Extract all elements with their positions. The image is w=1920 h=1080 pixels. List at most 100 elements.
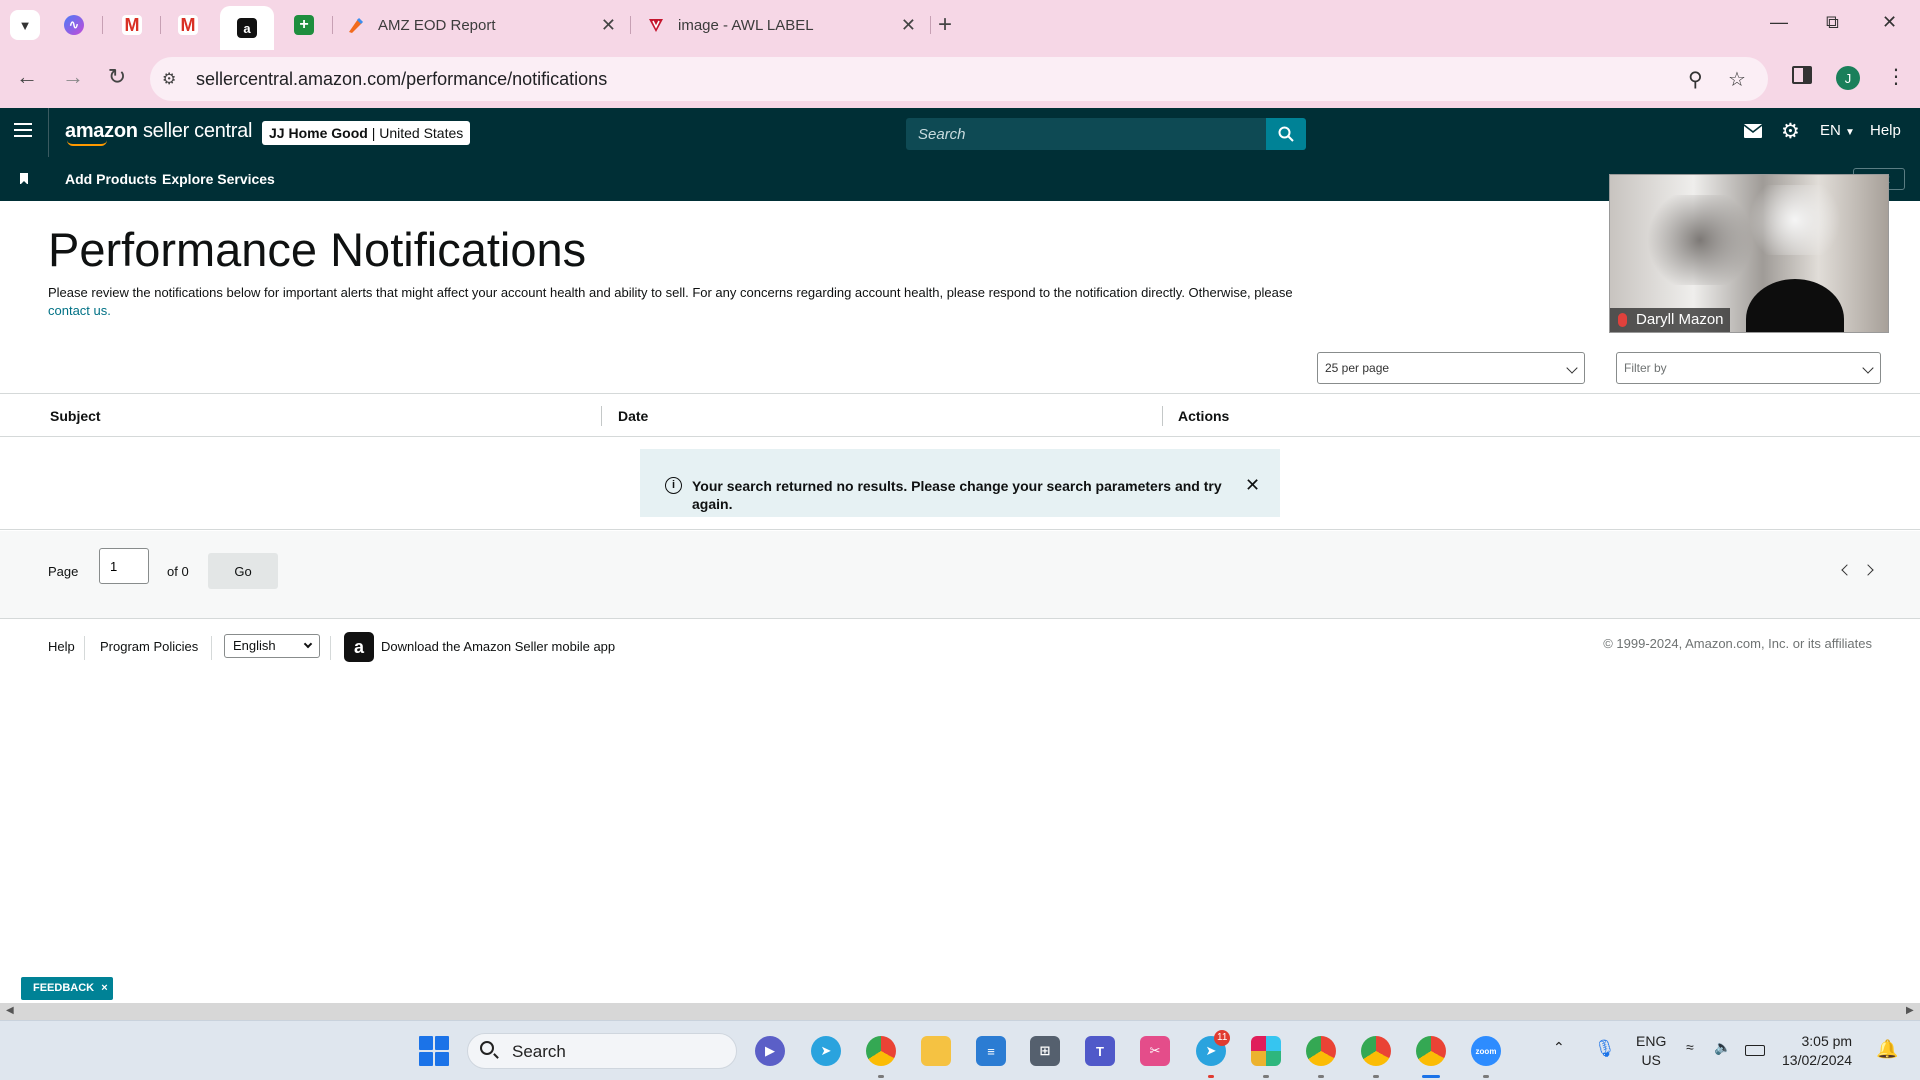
pinned-tab-sheets[interactable]: +	[286, 10, 322, 40]
explore-services-link[interactable]: Explore Services	[162, 171, 275, 187]
tab-awl-label[interactable]: image - AWL LABEL ✕	[646, 10, 916, 40]
restore-icon[interactable]: ⧉	[1826, 12, 1839, 33]
page-footer: Help Program Policies English a Download…	[0, 620, 1920, 680]
chevron-down-icon	[1566, 362, 1578, 374]
amazon-smile-icon	[67, 140, 107, 146]
wifi-icon[interactable]: ≈	[1686, 1039, 1694, 1055]
settings-gear-icon[interactable]: ⚙	[1781, 119, 1800, 144]
zoom-icon[interactable]: zoom	[1471, 1036, 1501, 1066]
chevron-down-icon	[303, 639, 313, 649]
language-line-2: US	[1641, 1052, 1661, 1068]
browser-toolbar: ← → ↻ ⚙ sellercentral.amazon.com/perform…	[0, 50, 1920, 108]
pinned-tab-gmail-2[interactable]: M	[170, 10, 206, 40]
teams-icon[interactable]: T	[1085, 1036, 1115, 1066]
active-indicator	[1422, 1075, 1440, 1078]
windows-start-icon[interactable]	[419, 1036, 449, 1066]
chrome-active-icon[interactable]	[1416, 1036, 1446, 1066]
column-header-subject[interactable]: Subject	[50, 408, 101, 424]
clock-time: 3:05 pm	[1801, 1033, 1853, 1049]
scroll-right-icon[interactable]: ▶	[1906, 1005, 1914, 1016]
tab-search-button[interactable]: ▼	[10, 10, 40, 40]
language-code: EN	[1820, 122, 1841, 139]
footer-language-select[interactable]: English	[224, 634, 320, 658]
new-tab-plus-icon[interactable]: +	[938, 10, 952, 40]
pinned-tab-amazon-active[interactable]: a	[220, 6, 274, 50]
contact-us-link[interactable]: contact us.	[48, 303, 111, 318]
language-selector[interactable]: EN ▼	[1820, 122, 1855, 139]
column-separator	[1162, 406, 1163, 426]
gmail-icon: M	[122, 15, 142, 35]
horizontal-scrollbar[interactable]: ◀ ▶	[0, 1003, 1920, 1020]
video-call-overlay[interactable]: Daryll Mazon	[1609, 174, 1889, 333]
search-button[interactable]	[1266, 118, 1306, 150]
logo-main: amazon	[65, 120, 138, 142]
mail-icon[interactable]	[1743, 124, 1763, 142]
search-input[interactable]	[906, 118, 1206, 150]
tab-amz-eod-report[interactable]: AMZ EOD Report ✕	[346, 10, 616, 40]
page-title: Performance Notifications	[48, 223, 587, 276]
no-results-alert: i Your search returned no results. Pleas…	[640, 449, 1280, 517]
page-number-input[interactable]	[99, 548, 149, 584]
notification-bell-icon[interactable]: 🔔	[1876, 1039, 1898, 1060]
notepad-icon[interactable]: ≡	[976, 1036, 1006, 1066]
input-language-indicator[interactable]: ENG US	[1636, 1032, 1666, 1070]
chrome-profile-icon[interactable]	[866, 1036, 896, 1066]
file-explorer-icon[interactable]	[921, 1036, 951, 1066]
tab-separator	[930, 16, 931, 34]
amazon-seller-app-icon[interactable]: a	[344, 632, 374, 662]
microphone-icon[interactable]: 🎙	[1594, 1039, 1616, 1059]
feedback-close-icon[interactable]: ×	[101, 982, 107, 994]
search-field-extension[interactable]	[1206, 118, 1266, 150]
telegram-icon[interactable]: ➤	[811, 1036, 841, 1066]
add-products-link[interactable]: Add Products	[65, 171, 157, 187]
column-header-date[interactable]: Date	[618, 408, 648, 424]
slack-icon[interactable]	[1251, 1036, 1281, 1066]
go-button[interactable]: Go	[208, 553, 278, 589]
window-close-icon[interactable]: ✕	[1882, 12, 1897, 33]
minimize-icon[interactable]: —	[1770, 12, 1788, 33]
filter-select[interactable]: Filter by	[1616, 352, 1881, 384]
bookmark-star-icon[interactable]: ☆	[1728, 67, 1746, 92]
snipping-tool-icon[interactable]: ✂	[1140, 1036, 1170, 1066]
chrome-profile-icon[interactable]	[1306, 1036, 1336, 1066]
next-page-icon[interactable]	[1862, 564, 1874, 576]
previous-page-icon[interactable]	[1841, 564, 1853, 576]
close-icon[interactable]: ✕	[901, 15, 916, 36]
site-settings-icon[interactable]: ⚙	[162, 69, 176, 89]
side-panel-icon[interactable]	[1792, 66, 1812, 84]
download-app-link[interactable]: Download the Amazon Seller mobile app	[381, 639, 615, 654]
forward-arrow-icon[interactable]: →	[58, 64, 88, 90]
profile-avatar[interactable]: J	[1836, 66, 1860, 90]
per-page-select[interactable]: 25 per page	[1317, 352, 1585, 384]
url-text[interactable]: sellercentral.amazon.com/performance/not…	[196, 69, 607, 90]
zoom-magnifier-icon[interactable]: ⚲	[1688, 67, 1703, 92]
close-icon[interactable]: ✕	[1245, 475, 1260, 496]
show-hidden-icons-chevron-icon[interactable]: ⌃	[1553, 1039, 1565, 1056]
hamburger-menu-icon[interactable]	[14, 123, 32, 137]
store-marketplace-switcher[interactable]: JJ Home Good | United States	[262, 121, 471, 145]
calculator-icon[interactable]: ⊞	[1030, 1036, 1060, 1066]
close-icon[interactable]: ✕	[601, 15, 616, 36]
footer-help-link[interactable]: Help	[48, 639, 75, 654]
back-arrow-icon[interactable]: ←	[12, 64, 42, 90]
meet-video-icon[interactable]: ▶	[755, 1036, 785, 1066]
scroll-left-icon[interactable]: ◀	[6, 1005, 14, 1016]
browser-menu-icon[interactable]: ⋮	[1886, 64, 1906, 89]
store-separator: |	[371, 125, 376, 141]
feedback-button[interactable]: FEEDBACK ×	[21, 977, 113, 1000]
reload-icon[interactable]: ↻	[102, 64, 132, 90]
program-policies-link[interactable]: Program Policies	[100, 639, 198, 654]
system-clock[interactable]: 3:05 pm 13/02/2024	[1782, 1032, 1852, 1070]
address-bar[interactable]: ⚙ sellercentral.amazon.com/performance/n…	[150, 57, 1768, 101]
pinned-tab-messenger[interactable]: ∿	[56, 10, 92, 40]
taskbar-search-box[interactable]: Search	[467, 1033, 737, 1069]
pinned-tab-gmail-1[interactable]: M	[114, 10, 150, 40]
intro-text: Please review the notifications below fo…	[48, 284, 1298, 320]
chrome-profile-icon[interactable]	[1361, 1036, 1391, 1066]
notification-badge: 11	[1214, 1030, 1231, 1046]
help-link[interactable]: Help	[1870, 122, 1901, 139]
bookmark-icon[interactable]	[20, 173, 28, 185]
intro-body: Please review the notifications below fo…	[48, 285, 1293, 300]
volume-icon[interactable]: 🔈	[1714, 1039, 1731, 1056]
battery-icon[interactable]	[1745, 1045, 1765, 1056]
